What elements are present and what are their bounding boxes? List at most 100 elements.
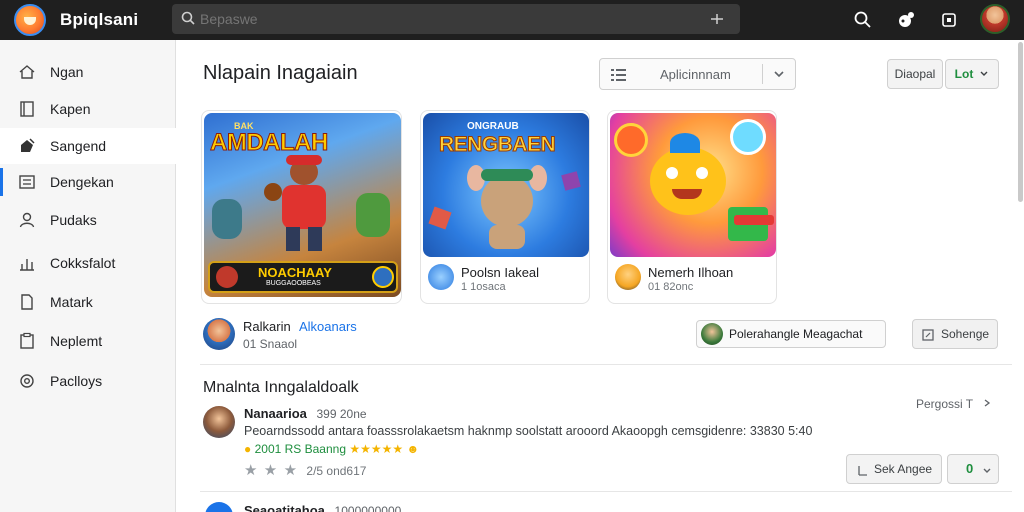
lot-button-label: Lot — [954, 67, 974, 81]
window-icon[interactable] — [937, 8, 961, 32]
user-icon — [19, 212, 35, 228]
promo-avatar — [701, 323, 723, 345]
scrollbar[interactable] — [1018, 42, 1023, 202]
mascot-character — [650, 147, 726, 215]
helpful-count: 0 — [966, 461, 974, 476]
next-review-header: Seaoatitahoa 1000000000 — [244, 503, 401, 512]
reply-button[interactable]: Sek Angee — [846, 454, 942, 484]
banner-caption: BUGGAOOBEAS — [266, 280, 321, 287]
app-title: Bpiqlsani — [60, 10, 139, 29]
star-icon[interactable]: ★ — [284, 462, 297, 479]
search-input[interactable] — [200, 9, 680, 29]
chevron-right-icon — [984, 399, 991, 407]
card-title: Nemerh Ilhoan — [648, 265, 734, 280]
review-badge: ● 2001 RS Baanng ★★★★★ ☻ — [244, 442, 419, 456]
hero-character — [264, 155, 332, 251]
sidebar-item-home[interactable]: Ngan — [0, 54, 176, 90]
sidebar-item-charts[interactable]: Cokksfalot — [0, 245, 176, 281]
reviews-section-title: Mnalnta Inngalaldoalk — [203, 379, 359, 396]
coin-icon: ● — [244, 442, 252, 456]
list-icon — [19, 175, 35, 189]
developer-name[interactable]: Ralkarin — [243, 319, 291, 334]
filter-button[interactable]: Diaopal — [887, 59, 943, 89]
game-card[interactable]: BAK AMDALAH NOACHAAY BUGGAOOBEAS — [201, 110, 402, 304]
home-icon — [19, 65, 35, 79]
sidebar-item-reports[interactable]: Neplemt — [0, 323, 176, 359]
clipboard-icon — [20, 332, 34, 349]
sidebar-item-categories[interactable]: Dengekan — [0, 164, 176, 200]
banner-footer: NOACHAAY BUGGAOOBEAS — [208, 261, 398, 293]
reply-button-label: Sek Angee — [874, 462, 933, 476]
star-rating: ★★★★★ — [349, 442, 404, 456]
search-top-icon[interactable] — [851, 8, 875, 32]
sidebar-item-profile[interactable]: Pudaks — [0, 202, 176, 238]
chevron-down-icon — [983, 468, 991, 473]
user-avatar[interactable] — [980, 4, 1010, 34]
rating-row: ★ ★ ★ 2/5 ond617 — [244, 461, 366, 479]
sidebar-item-label: Pudaks — [50, 212, 97, 228]
dropdown-divider — [762, 64, 763, 84]
category-dropdown[interactable]: Aplicinnnam — [599, 58, 796, 90]
sidebar-item-label: Dengekan — [50, 174, 114, 190]
helpful-dropdown[interactable]: 0 — [947, 454, 999, 484]
game-card[interactable]: ONGRAUB RENGBAEN Poolsn Iakeal 1 1osaca — [420, 110, 590, 304]
add-icon[interactable] — [710, 12, 724, 26]
side-character — [356, 193, 390, 237]
promo-chip[interactable]: Polerahangle Meagachat — [696, 320, 886, 348]
game-card[interactable]: Nemerh Ilhoan 01 82onc — [607, 110, 777, 304]
page-title: Nlapain Inagaiain — [203, 62, 358, 84]
sidebar-item-documents[interactable]: Matark — [0, 284, 176, 320]
sidebar-item-label: Sangend — [50, 138, 107, 154]
review-header: Nanaarioa 399 20ne — [244, 406, 367, 421]
banner-title: RENGBAEN — [438, 133, 556, 157]
chevron-down-icon — [980, 71, 988, 76]
banner-top-text: ONGRAUB — [467, 121, 519, 132]
see-all-label: Pergossi T — [916, 397, 973, 411]
search-icon — [181, 11, 195, 25]
promo-label: Polerahangle Meagachat — [729, 327, 863, 341]
sidebar-item-featured[interactable]: Sangend — [0, 128, 176, 164]
emoji-icon: ☻ — [406, 442, 420, 456]
sidebar-item-books[interactable]: Kapen — [0, 91, 176, 127]
reviewer-name: Nanaarioa — [244, 406, 307, 421]
side-character — [212, 199, 242, 239]
reviewer-avatar — [203, 406, 235, 438]
lot-button[interactable]: Lot — [945, 59, 999, 89]
sidebar-item-settings[interactable]: Paclloys — [0, 363, 176, 399]
share-icon — [922, 329, 934, 341]
settings-icon — [20, 374, 34, 388]
badge-text: 2001 RS Baanng — [254, 442, 346, 456]
search-bar[interactable] — [172, 4, 740, 34]
developer-avatar — [428, 264, 454, 290]
review-text: Peoarndssodd antara foasssrolakaetsm hak… — [244, 424, 813, 438]
share-button-label: Sohenge — [941, 327, 990, 341]
sidebar-item-label: Kapen — [50, 101, 91, 117]
star-icon[interactable]: ★ — [264, 462, 277, 479]
rating-count: 2/5 ond617 — [306, 464, 367, 478]
review-divider — [200, 491, 1012, 492]
section-divider — [200, 364, 1012, 365]
reviewer-name: Seaoatitahoa — [244, 503, 325, 512]
card-title: Poolsn Iakeal — [461, 265, 540, 280]
card-subtitle: 1 1osaca — [461, 281, 506, 293]
star-icon[interactable]: ★ — [244, 462, 257, 479]
banner-title: AMDALAH — [210, 129, 329, 157]
gamepad-icon[interactable] — [894, 8, 918, 32]
review-date: 1000000000 — [334, 504, 402, 512]
edit-icon — [858, 466, 867, 476]
dropdown-label: Aplicinnnam — [660, 67, 731, 82]
sidebar: Ngan Kapen Sangend Dengekan Pudaks Cokks… — [0, 40, 176, 512]
review-date: 399 20ne — [316, 407, 367, 421]
sparkle-icon — [21, 138, 35, 152]
developer-row: Ralkarin Alkoanars 01 Snaaol Polerahangl… — [200, 316, 1010, 356]
app-logo[interactable] — [14, 4, 46, 36]
developer-avatar[interactable] — [203, 318, 235, 350]
sidebar-item-label: Matark — [50, 294, 93, 310]
share-button[interactable]: Sohenge — [912, 319, 998, 349]
see-all-reviews-link[interactable]: Pergossi T — [916, 397, 992, 411]
document-icon — [21, 294, 33, 310]
sidebar-item-label: Paclloys — [50, 373, 103, 389]
developer-link[interactable]: Alkoanars — [299, 319, 357, 334]
reviewer-avatar — [205, 502, 233, 512]
game-thumbnail: ONGRAUB RENGBAEN — [423, 113, 589, 257]
